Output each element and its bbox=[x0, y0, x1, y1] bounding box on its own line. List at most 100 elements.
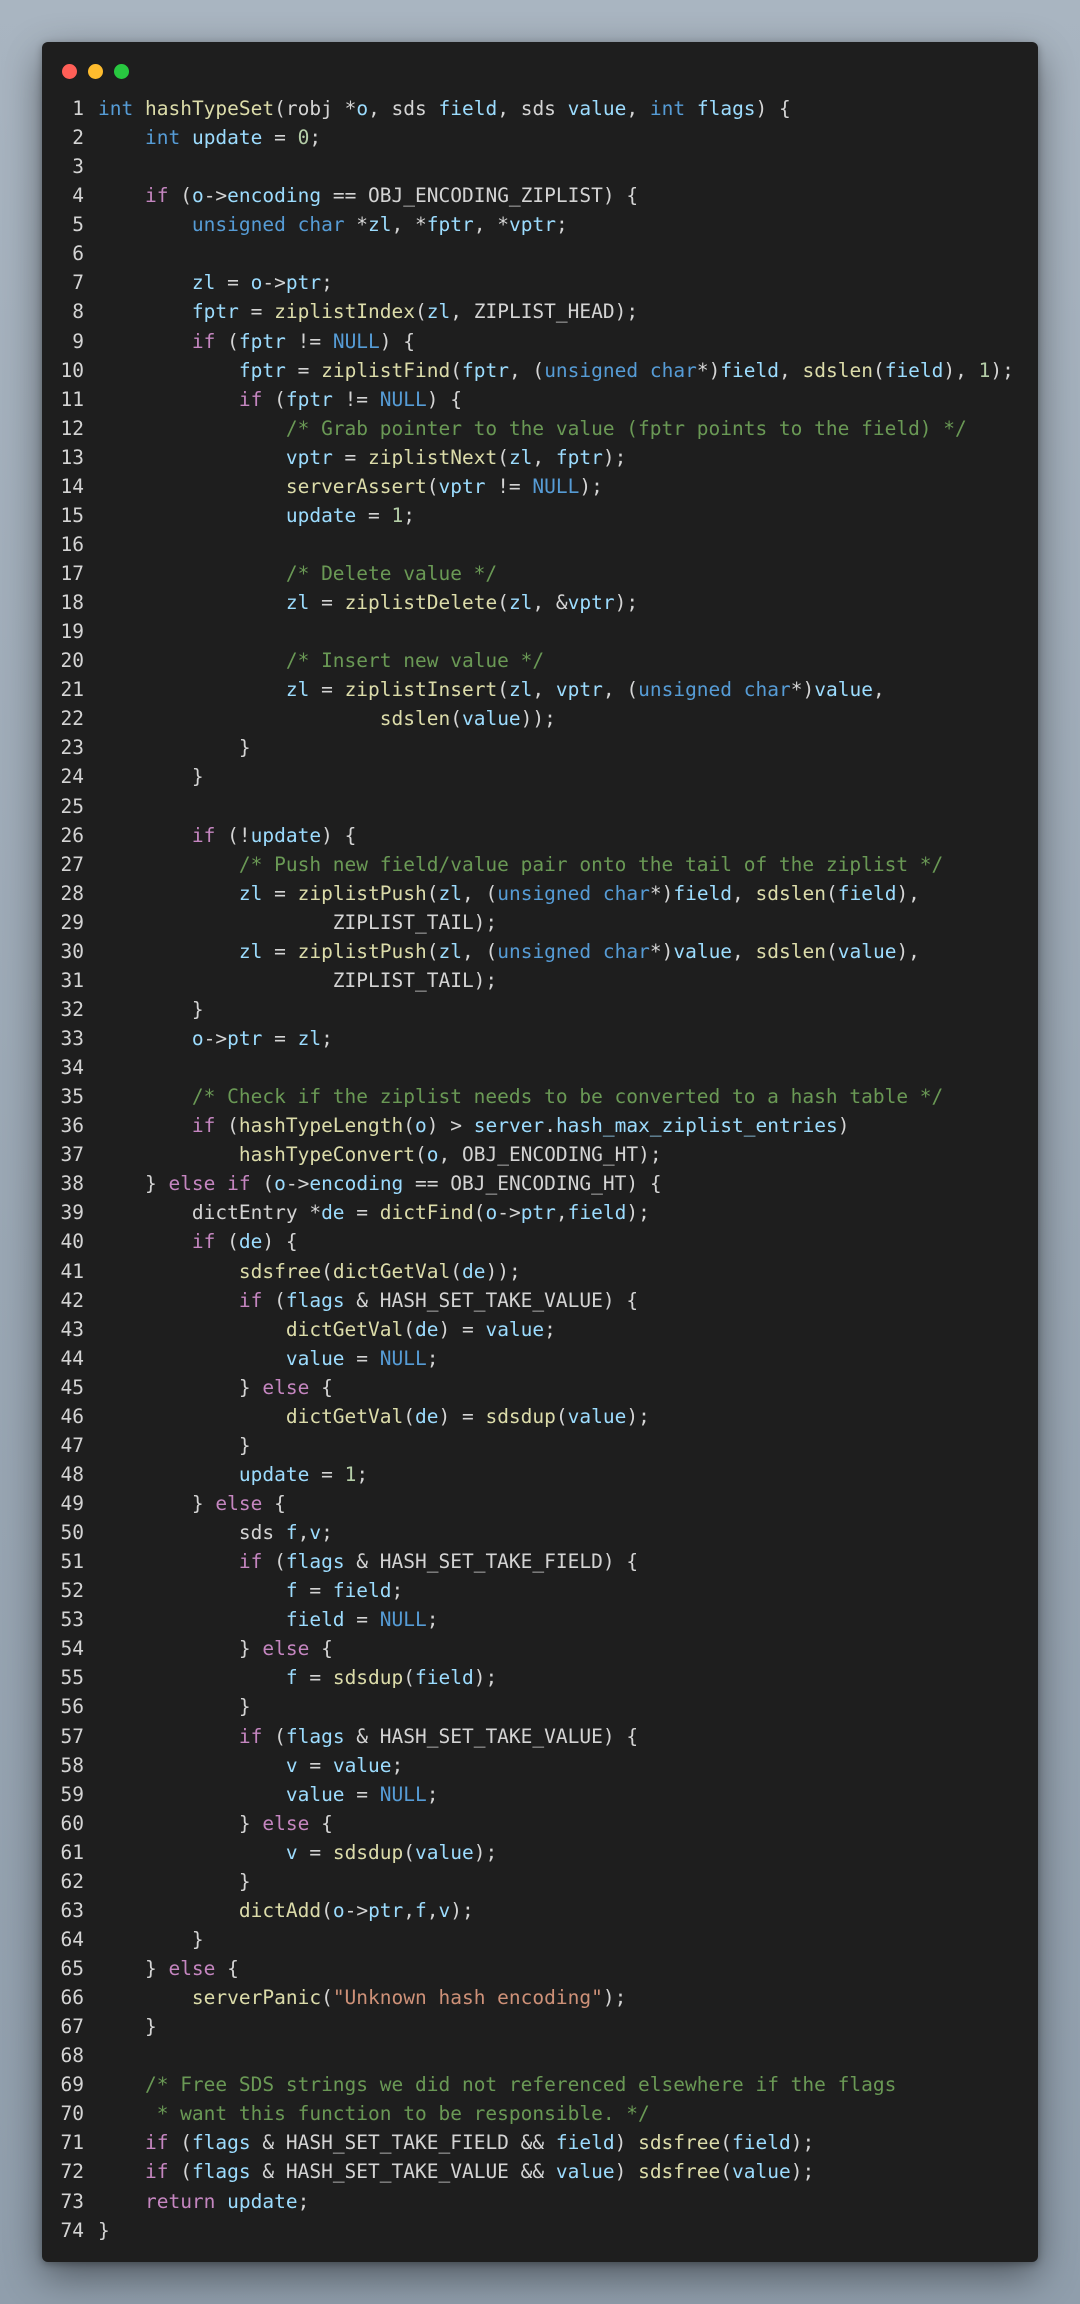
code-token: ), bbox=[943, 358, 979, 382]
code-token: f bbox=[285, 1521, 298, 1545]
line-number: 54 bbox=[60, 1637, 84, 1661]
code-token: int bbox=[98, 97, 134, 120]
code-token: ( bbox=[426, 474, 439, 498]
code-line: 55 f = sdsdup(field); bbox=[42, 1663, 1038, 1692]
code-token: ; bbox=[321, 1027, 333, 1050]
line-code: vptr = ziplistNext(zl, fptr); bbox=[98, 445, 627, 469]
minimize-icon[interactable] bbox=[88, 64, 103, 79]
line-number: 73 bbox=[60, 2189, 84, 2213]
code-line: 23 } bbox=[42, 733, 1038, 762]
line-code: } bbox=[98, 765, 204, 788]
code-token: de bbox=[461, 1259, 486, 1283]
code-token: value bbox=[461, 707, 521, 731]
line-code: } bbox=[98, 998, 204, 1021]
code-line: 50 sds f,v; bbox=[42, 1518, 1038, 1547]
code-token: hash_max_ziplist_entries bbox=[555, 1114, 838, 1138]
code-token: zl bbox=[508, 678, 533, 702]
code-line: 49 } else { bbox=[42, 1489, 1038, 1518]
line-code: /* Insert new value */ bbox=[98, 649, 544, 672]
code-line: 37 hashTypeConvert(o, OBJ_ENCODING_HT); bbox=[42, 1140, 1038, 1169]
code-token: { bbox=[309, 1811, 333, 1835]
window-titlebar bbox=[42, 42, 1038, 96]
code-token: vptr bbox=[438, 474, 486, 498]
code-token: sdsdup bbox=[485, 1404, 556, 1428]
code-token: value bbox=[285, 1782, 345, 1806]
line-number: 69 bbox=[60, 2073, 84, 2097]
line-number: 47 bbox=[60, 1433, 84, 1457]
code-token: ); bbox=[790, 2131, 815, 2155]
code-line: 46 dictGetVal(de) = sdsdup(value); bbox=[42, 1402, 1038, 1431]
code-token: ; bbox=[426, 1346, 439, 1370]
code-token: o bbox=[415, 1114, 427, 1138]
code-token: ( bbox=[321, 1986, 333, 2010]
code-token: field bbox=[415, 1666, 474, 1690]
code-token: flags bbox=[285, 1550, 345, 1574]
code-token: ( bbox=[450, 358, 462, 382]
code-token: ; bbox=[356, 1462, 369, 1486]
code-token: dictGetVal bbox=[285, 1404, 404, 1428]
line-number: 18 bbox=[60, 591, 84, 615]
code-token: ) { bbox=[262, 1230, 298, 1254]
line-number: 64 bbox=[60, 1927, 84, 1951]
code-token: ); bbox=[990, 358, 1014, 382]
line-code: /* Push new field/value pair onto the ta… bbox=[98, 853, 943, 876]
code-token: ); bbox=[626, 1201, 650, 1225]
code-token: } bbox=[98, 2218, 110, 2242]
code-line: 38 } else if (o->encoding == OBJ_ENCODIN… bbox=[42, 1169, 1038, 1198]
code-token: ( bbox=[262, 1550, 286, 1574]
code-token: = bbox=[238, 300, 275, 324]
code-token: ; bbox=[403, 503, 416, 527]
code-token: ( bbox=[450, 707, 462, 731]
line-code: if (de) { bbox=[98, 1230, 298, 1253]
code-token: -> bbox=[344, 1898, 369, 1922]
line-number: 12 bbox=[60, 416, 84, 440]
code-token: -> bbox=[262, 271, 286, 295]
code-token: flags bbox=[285, 1288, 345, 1312]
code-token: vptr bbox=[285, 445, 333, 469]
line-number: 33 bbox=[60, 1027, 84, 1050]
code-line: 28 zl = ziplistPush(zl, (unsigned char*)… bbox=[42, 879, 1038, 908]
code-token: } bbox=[98, 1433, 251, 1457]
code-token: = bbox=[344, 1346, 380, 1370]
code-token: o bbox=[274, 1172, 286, 1196]
code-token: { bbox=[309, 1637, 333, 1661]
line-code: sdslen(value)); bbox=[98, 707, 556, 730]
line-code: sdsfree(dictGetVal(de)); bbox=[98, 1260, 521, 1283]
line-number: 38 bbox=[60, 1172, 84, 1196]
code-token: = bbox=[344, 1201, 380, 1225]
code-token: NULL bbox=[379, 1782, 427, 1806]
code-line: 69 /* Free SDS strings we did not refere… bbox=[42, 2070, 1038, 2099]
code-token: NULL bbox=[379, 1346, 427, 1370]
line-code: unsigned char *zl, *fptr, *vptr; bbox=[98, 213, 568, 236]
zoom-icon[interactable] bbox=[114, 64, 129, 79]
code-token: = bbox=[309, 678, 345, 702]
line-number: 67 bbox=[60, 2015, 84, 2039]
code-line: 21 zl = ziplistInsert(zl, vptr, (unsigne… bbox=[42, 675, 1038, 704]
code-token: char bbox=[297, 213, 345, 237]
code-token: de bbox=[415, 1404, 439, 1428]
line-number: 48 bbox=[60, 1462, 84, 1486]
close-icon[interactable] bbox=[62, 64, 77, 79]
code-line: 54 } else { bbox=[42, 1634, 1038, 1663]
code-token: int bbox=[144, 126, 181, 150]
code-token: , bbox=[426, 1898, 439, 1922]
code-token: field bbox=[332, 1579, 392, 1603]
line-code: zl = ziplistDelete(zl, &vptr); bbox=[98, 591, 638, 614]
line-code: if (flags & HASH_SET_TAKE_FIELD && field… bbox=[98, 2131, 814, 2154]
code-token: = bbox=[297, 1666, 333, 1690]
code-token: , OBJ_ENCODING_HT); bbox=[438, 1143, 662, 1167]
line-code: /* Check if the ziplist needs to be conv… bbox=[98, 1085, 943, 1108]
code-token: dictEntry * bbox=[98, 1201, 322, 1225]
code-token: unsigned bbox=[638, 678, 733, 702]
code-token: ) { bbox=[321, 823, 357, 847]
code-token: , sds bbox=[368, 97, 439, 120]
code-token: fptr bbox=[461, 358, 509, 382]
code-token: ) = bbox=[438, 1404, 486, 1428]
